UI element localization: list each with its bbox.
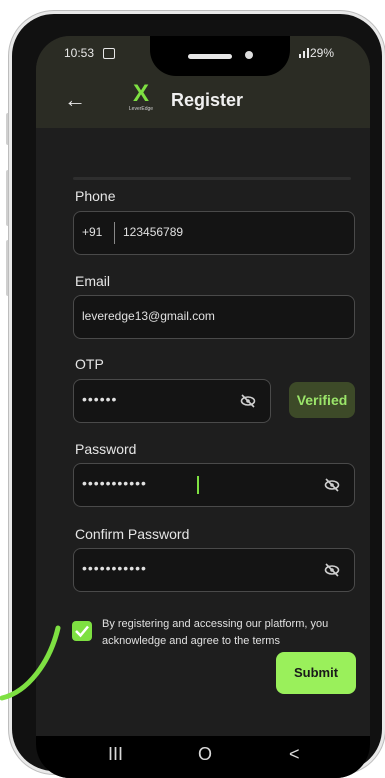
terms-consent-text: By registering and accessing our platfor…	[102, 618, 329, 647]
camera-icon	[245, 51, 253, 59]
password-label: Password	[75, 441, 137, 457]
phone-side-button	[6, 113, 11, 145]
logo-subtext: LeverEdge	[128, 106, 154, 112]
email-value: leveredge13@gmail.com	[82, 309, 215, 323]
confirm-password-label: Confirm Password	[75, 526, 190, 542]
eye-off-icon[interactable]	[324, 478, 340, 492]
camera-notch	[150, 36, 290, 76]
image-notification-icon	[103, 48, 115, 59]
check-icon	[75, 625, 89, 638]
logo-mark: X	[132, 80, 149, 107]
phone-number-value: 123456789	[123, 225, 184, 239]
confirm-password-field[interactable]: •••••••••••	[73, 548, 355, 592]
verified-badge: Verified	[289, 382, 355, 418]
confirm-password-value: •••••••••••	[82, 560, 147, 576]
pointer-arrow-icon	[0, 625, 61, 701]
password-value: •••••••••••	[82, 475, 147, 491]
country-code[interactable]: +91	[82, 225, 102, 239]
password-field[interactable]: •••••••••••	[73, 463, 355, 507]
status-bar: 10:53 29%	[36, 36, 370, 76]
email-field[interactable]: leveredge13@gmail.com	[73, 295, 355, 339]
text-cursor	[197, 476, 199, 494]
app-bar: ← X LeverEdge Register	[36, 76, 370, 128]
signal-icon	[299, 48, 309, 58]
system-nav-bar: III O <	[36, 736, 370, 778]
arrow-left-icon[interactable]: ←	[64, 87, 86, 113]
battery-level: 29%	[310, 46, 335, 60]
phone-screen: 10:53 29% ← X LeverEdge Register Phone +…	[36, 36, 370, 778]
speaker-grille	[188, 54, 232, 59]
phone-label: Phone	[75, 188, 116, 204]
recents-button[interactable]: III	[108, 744, 123, 765]
scroll-divider	[73, 177, 351, 180]
submit-button[interactable]: Submit	[276, 652, 356, 694]
otp-label: OTP	[75, 356, 104, 372]
status-time: 10:53	[64, 46, 95, 60]
otp-value: ••••••	[82, 391, 118, 407]
app-logo: X LeverEdge	[120, 82, 162, 118]
otp-field[interactable]: ••••••	[73, 379, 271, 423]
terms-checkbox[interactable]	[72, 621, 92, 641]
email-label: Email	[75, 273, 111, 289]
field-separator	[114, 222, 115, 244]
phone-side-button	[6, 240, 11, 296]
phone-side-button	[6, 170, 11, 226]
page-title: Register	[171, 90, 244, 110]
back-button[interactable]: <	[289, 744, 300, 765]
eye-off-icon[interactable]	[324, 563, 340, 577]
home-button[interactable]: O	[198, 744, 212, 765]
eye-off-icon[interactable]	[240, 394, 256, 408]
phone-field[interactable]: +91 123456789	[73, 211, 355, 255]
